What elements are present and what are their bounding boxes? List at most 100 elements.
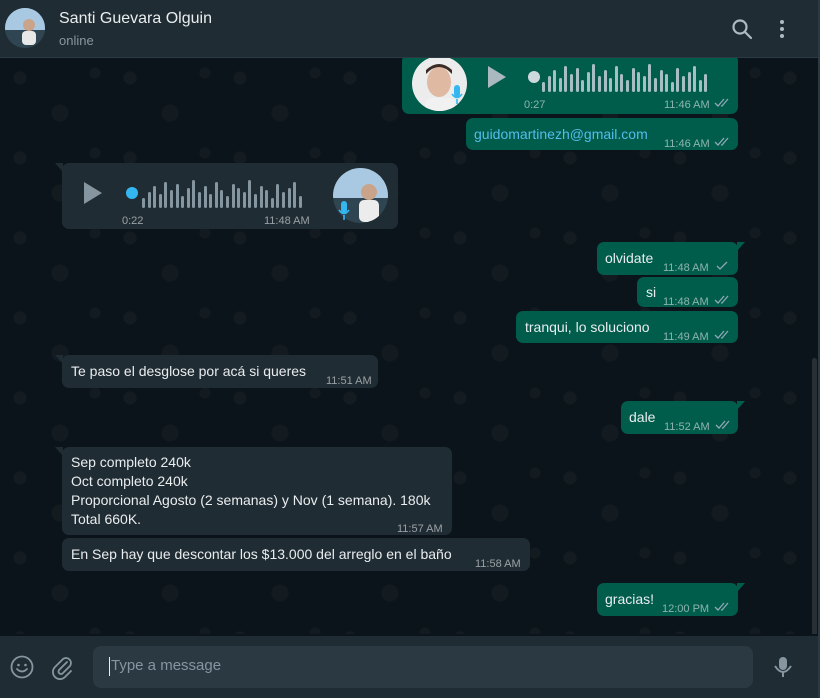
contact-avatar[interactable] xyxy=(5,8,45,48)
waveform-bar xyxy=(270,198,274,208)
waveform-bar xyxy=(153,186,157,208)
composer-bar: Type a message xyxy=(0,636,818,698)
waveform-bar xyxy=(209,194,213,208)
message-text: En Sep hay que descontar los $13.000 del… xyxy=(71,546,452,562)
message-time: 11:57 AM xyxy=(397,523,443,535)
message-time: 11:46 AM xyxy=(664,138,710,150)
message-time: 11:49 AM xyxy=(663,331,709,343)
message-time: 11:48 AM xyxy=(663,296,709,308)
waveform-bar xyxy=(581,80,585,92)
waveform-bar xyxy=(164,182,168,208)
waveform-bar xyxy=(237,188,241,208)
play-icon[interactable] xyxy=(488,66,506,88)
message-time: 11:52 AM xyxy=(664,421,710,433)
waveform-bar xyxy=(682,76,685,92)
voice-duration: 0:27 xyxy=(524,99,546,111)
waveform-bar xyxy=(226,196,229,208)
message-list[interactable]: 0:27 11:46 AM guidomartinezh@gmail.com 1… xyxy=(0,58,818,634)
waveform-bar xyxy=(192,180,196,208)
text-caret xyxy=(109,657,110,676)
message-text: Te paso el desglose por acá si queres xyxy=(71,363,307,379)
waveform-bar xyxy=(693,66,697,92)
waveform-bar xyxy=(558,78,562,92)
waveform-bar xyxy=(665,74,669,92)
waveform-bar xyxy=(282,192,285,208)
waveform-bar xyxy=(181,196,185,208)
message-time: 11:48 AM xyxy=(663,262,709,274)
waveform-bar xyxy=(259,186,263,208)
message-time: 11:58 AM xyxy=(475,558,521,570)
waveform-bar xyxy=(642,76,646,92)
waveform-bar xyxy=(620,74,624,92)
waveform-bar xyxy=(198,192,201,208)
voice-message-incoming[interactable]: 0:22 11:48 AM xyxy=(55,163,398,229)
contact-name[interactable]: Santi Guevara Olguin xyxy=(59,10,212,28)
waveform-bar xyxy=(547,76,551,92)
playback-position-dot[interactable] xyxy=(528,71,540,83)
message-time: 11:48 AM xyxy=(264,215,310,227)
read-ticks-icon xyxy=(715,420,730,429)
menu-dots-icon[interactable] xyxy=(770,17,794,41)
play-icon[interactable] xyxy=(84,182,102,204)
message-incoming[interactable]: En Sep hay que descontar los $13.000 del… xyxy=(62,538,530,571)
waveform-bar xyxy=(553,70,557,92)
microphone-icon[interactable] xyxy=(770,654,796,680)
microphone-icon xyxy=(337,199,351,223)
scrollbar[interactable] xyxy=(812,358,817,634)
message-outgoing[interactable]: si 11:48 AM xyxy=(637,277,738,308)
search-icon[interactable] xyxy=(730,17,754,41)
waveform-bar xyxy=(293,182,297,208)
waveform-bar xyxy=(276,184,280,208)
sent-tick-icon xyxy=(716,261,728,270)
microphone-icon xyxy=(450,83,464,107)
waveform-bar xyxy=(265,190,269,208)
attach-icon[interactable] xyxy=(49,654,75,680)
waveform-bar xyxy=(248,180,252,208)
waveform-bar xyxy=(542,82,545,92)
waveform-bar xyxy=(598,76,601,92)
waveform-bar xyxy=(659,70,663,92)
message-incoming[interactable]: Te paso el desglose por acá si queres 11… xyxy=(55,355,378,388)
playback-position-dot[interactable] xyxy=(126,187,138,199)
waveform-bar xyxy=(158,194,162,208)
message-outgoing[interactable]: olvidate 11:48 AM xyxy=(597,242,745,275)
read-ticks-icon xyxy=(714,137,729,146)
waveform-bar xyxy=(254,194,257,208)
waveform-bar xyxy=(654,78,657,92)
waveform-bar xyxy=(186,188,190,208)
waveform-bar xyxy=(609,78,613,92)
waveform-bar xyxy=(242,192,246,208)
waveform-bar xyxy=(220,190,224,208)
message-outgoing[interactable]: dale 11:52 AM xyxy=(621,401,745,434)
read-ticks-icon xyxy=(714,295,729,304)
emoji-icon[interactable] xyxy=(9,654,35,680)
waveform-bar xyxy=(631,68,635,92)
message-line: Total 660K. xyxy=(71,511,142,527)
waveform-bar xyxy=(231,184,235,208)
message-outgoing[interactable]: tranqui, lo soluciono 11:49 AM xyxy=(516,311,738,343)
message-input-placeholder: Type a message xyxy=(111,657,222,674)
message-outgoing[interactable]: guidomartinezh@gmail.com 11:46 AM xyxy=(466,118,738,150)
waveform-bar xyxy=(147,192,151,208)
waveform[interactable] xyxy=(142,178,310,208)
message-incoming[interactable]: Sep completo 240k Oct completo 240k Prop… xyxy=(55,447,452,535)
voice-message-outgoing[interactable]: 0:27 11:46 AM xyxy=(402,58,738,114)
email-link[interactable]: guidomartinezh@gmail.com xyxy=(474,125,648,144)
message-line: Oct completo 240k xyxy=(71,473,188,489)
message-outgoing[interactable]: gracias! 12:00 PM xyxy=(597,583,745,616)
message-input[interactable]: Type a message xyxy=(93,646,753,688)
waveform-bar xyxy=(170,190,173,208)
waveform-bar xyxy=(575,68,579,92)
read-ticks-icon xyxy=(714,602,729,611)
waveform-bar xyxy=(614,66,618,92)
message-text: olvidate xyxy=(605,250,654,266)
waveform-bar xyxy=(670,82,674,92)
waveform-bar xyxy=(698,80,702,92)
chat-header[interactable]: Santi Guevara Olguin online xyxy=(0,0,820,58)
waveform[interactable] xyxy=(542,62,717,92)
message-text: tranqui, lo soluciono xyxy=(525,319,650,335)
waveform-bar xyxy=(676,68,680,92)
message-time: 11:46 AM xyxy=(664,99,710,111)
waveform-bar xyxy=(592,64,596,92)
waveform-bar xyxy=(626,80,629,92)
